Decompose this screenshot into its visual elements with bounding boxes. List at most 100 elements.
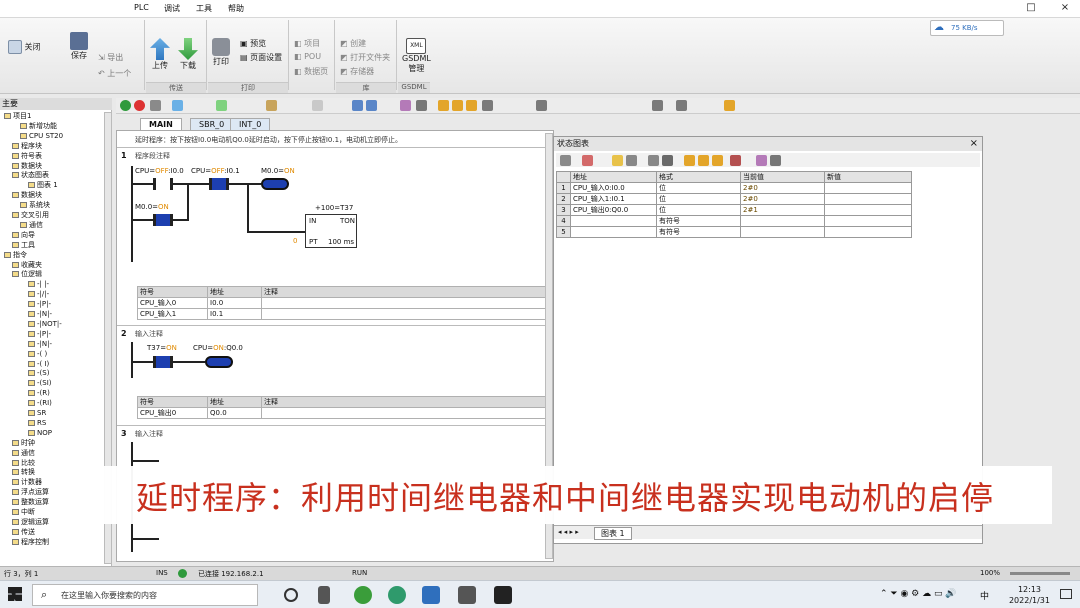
- tree-item[interactable]: 数据块: [12, 162, 42, 171]
- table-row[interactable]: CPU_输入0 I0.0: [137, 297, 551, 309]
- coil-m00[interactable]: [261, 178, 289, 190]
- menu-debug[interactable]: 调试: [164, 3, 180, 14]
- tree-item[interactable]: RS: [28, 419, 46, 428]
- cloud-app-icon[interactable]: [422, 586, 440, 604]
- download-button[interactable]: 下载: [178, 38, 198, 71]
- unforce-all-icon[interactable]: [712, 155, 723, 166]
- tree-item[interactable]: -(SI): [28, 379, 52, 388]
- delete-row-icon[interactable]: [582, 155, 593, 166]
- tree-item[interactable]: 逻辑运算: [12, 518, 49, 527]
- compile-icon[interactable]: [150, 100, 161, 111]
- tab-sbr-0[interactable]: SBR_0: [190, 118, 234, 130]
- tree-item[interactable]: -(R): [28, 389, 50, 398]
- new-value-cell[interactable]: [824, 204, 912, 216]
- delete-icon[interactable]: [312, 100, 323, 111]
- plc-software-icon[interactable]: [458, 586, 476, 604]
- tree-item[interactable]: 程序控制: [12, 538, 49, 547]
- line-icon[interactable]: [536, 100, 547, 111]
- tree-item[interactable]: CPU ST20: [20, 132, 63, 141]
- ime-indicator[interactable]: 中: [980, 589, 989, 602]
- current-value-cell[interactable]: 2#0: [740, 182, 825, 194]
- tree-item[interactable]: 整数运算: [12, 498, 49, 507]
- tree-item[interactable]: 收藏夹: [12, 261, 42, 270]
- notification-icon[interactable]: [1060, 589, 1072, 599]
- address-cell[interactable]: CPU_输入0:I0.0: [570, 182, 657, 194]
- video-app-icon[interactable]: [494, 586, 512, 604]
- options-dropdown-icon[interactable]: [770, 155, 781, 166]
- zoom-level[interactable]: 100%: [980, 569, 1000, 577]
- export-button[interactable]: ⇲ 导出: [98, 52, 123, 63]
- menu-help[interactable]: 帮助: [228, 3, 244, 14]
- address-cell[interactable]: CPU_输入1:I0.1: [570, 193, 657, 205]
- tree-item[interactable]: 通信: [12, 449, 35, 458]
- address-cell[interactable]: [570, 215, 657, 227]
- format-cell[interactable]: 位: [656, 182, 741, 194]
- current-value-cell[interactable]: [740, 226, 825, 238]
- windows-start-icon[interactable]: [8, 587, 22, 601]
- table-row[interactable]: 2 CPU_输入1:I0.1 位 2#0: [556, 193, 912, 205]
- upload-button[interactable]: 上传: [150, 38, 170, 71]
- tree-item[interactable]: 项目1: [4, 112, 31, 121]
- current-value-cell[interactable]: 2#0: [740, 193, 825, 205]
- tab-nav-icon[interactable]: ◂ ◂ ▸ ▸: [558, 528, 579, 536]
- edge-browser-icon[interactable]: [354, 586, 372, 604]
- contact-t37[interactable]: [153, 356, 173, 368]
- tree-item[interactable]: 向导: [12, 231, 35, 240]
- pou-button[interactable]: ◧ POU: [294, 52, 321, 61]
- address-cell[interactable]: CPU_输出0:Q0.0: [570, 204, 657, 216]
- new-value-cell[interactable]: [824, 193, 912, 205]
- clock[interactable]: 12:13 2022/1/31: [1009, 584, 1050, 606]
- tree-item[interactable]: -( I): [28, 360, 49, 369]
- data-page-button[interactable]: ◧ 数据页: [294, 66, 328, 77]
- format-cell[interactable]: 有符号: [656, 215, 741, 227]
- close-button[interactable]: ×: [1058, 2, 1072, 14]
- project-button[interactable]: ◧ 项目: [294, 38, 320, 49]
- network-speed-widget[interactable]: ☁ 75 KB/s: [930, 20, 1004, 36]
- tab-chart-1[interactable]: 图表 1: [594, 527, 632, 540]
- open-folder-button[interactable]: ◩ 打开文件夹: [340, 52, 390, 63]
- menu-tools[interactable]: 工具: [196, 3, 212, 14]
- table-row[interactable]: 5 有符号: [556, 226, 912, 238]
- close-project-button[interactable]: 关闭: [8, 40, 41, 54]
- contact-i00[interactable]: [153, 178, 173, 190]
- timer-ton-block[interactable]: IN TON PT 100 ms: [305, 214, 357, 248]
- box-icon[interactable]: [724, 100, 735, 111]
- tree-item[interactable]: -|N|-: [28, 340, 52, 349]
- pause-monitor-icon[interactable]: [366, 100, 377, 111]
- status-chart-close-button[interactable]: ×: [970, 138, 978, 149]
- tree-item[interactable]: 工具: [12, 241, 35, 250]
- lock-icon-3[interactable]: [466, 100, 477, 111]
- tree-item[interactable]: -|N|-: [28, 310, 52, 319]
- tree-item[interactable]: 中断: [12, 508, 35, 517]
- contact-m00[interactable]: [153, 214, 173, 226]
- lock-icon[interactable]: [438, 100, 449, 111]
- stop-icon[interactable]: [134, 100, 145, 111]
- tree-item[interactable]: 系统块: [20, 201, 50, 210]
- tree-item[interactable]: 时钟: [12, 439, 35, 448]
- insert-icon[interactable]: [266, 100, 277, 111]
- tree-item[interactable]: -| |-: [28, 280, 49, 289]
- tab-main[interactable]: MAIN: [140, 118, 182, 130]
- tree-item[interactable]: 转换: [12, 468, 35, 477]
- write-icon[interactable]: [648, 155, 659, 166]
- tree-item[interactable]: SR: [28, 409, 46, 418]
- tree-item[interactable]: -|NOT|-: [28, 320, 62, 329]
- force-icon[interactable]: [416, 100, 427, 111]
- format-cell[interactable]: 位: [656, 204, 741, 216]
- tree-item[interactable]: 图表 1: [28, 181, 58, 190]
- monitor-icon[interactable]: [352, 100, 363, 111]
- table-row[interactable]: CPU_输入1 I0.1: [137, 308, 551, 320]
- status-chart-icon[interactable]: [400, 100, 411, 111]
- task-view-icon[interactable]: [318, 586, 330, 604]
- tree-item[interactable]: 浮点运算: [12, 488, 49, 497]
- network-2[interactable]: 2 输入注释 T37=ON CPU=ON:Q0.0 符号 地址 注释 CPU_输…: [117, 325, 553, 425]
- unforce-icon[interactable]: [698, 155, 709, 166]
- tree-item[interactable]: 指令: [4, 251, 27, 260]
- table-row[interactable]: 4 有符号: [556, 215, 912, 227]
- tree-item[interactable]: 比较: [12, 459, 35, 468]
- tree-item[interactable]: 数据块: [12, 191, 42, 200]
- tree-item[interactable]: 程序块: [12, 142, 42, 151]
- upload-small-icon[interactable]: [172, 100, 183, 111]
- tree-item[interactable]: -|/|-: [28, 290, 49, 299]
- zoom-slider[interactable]: [1010, 572, 1070, 575]
